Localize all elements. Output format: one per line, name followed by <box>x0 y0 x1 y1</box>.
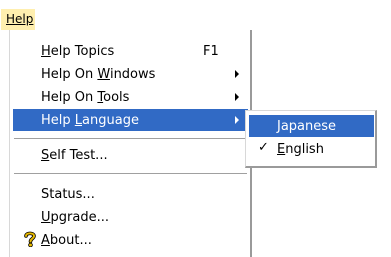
menu-item-label: Help Language <box>41 112 139 128</box>
language-submenu: Japanese ✓ English <box>245 110 377 168</box>
menu-item-label: About... <box>41 232 92 248</box>
menubar-help[interactable]: Help <box>1 9 35 30</box>
shortcut-label: F1 <box>203 43 219 59</box>
menu-item-about[interactable]: About... <box>13 229 248 251</box>
help-menu: Help Topics F1 Help On Windows Help On T… <box>9 30 252 257</box>
menu-item-help-topics[interactable]: Help Topics F1 <box>13 40 248 62</box>
menu-item-japanese[interactable]: Japanese <box>249 115 374 137</box>
submenu-arrow-icon <box>235 70 239 78</box>
check-icon: ✓ <box>258 140 269 155</box>
menu-item-help-on-windows[interactable]: Help On Windows <box>13 63 248 85</box>
menu-item-label: English <box>277 141 324 157</box>
menu-item-upgrade[interactable]: Upgrade... <box>13 206 248 228</box>
menu-item-label: Help On Windows <box>41 66 156 82</box>
menu-item-label: Japanese <box>277 118 337 134</box>
submenu-arrow-icon <box>235 116 239 124</box>
submenu-arrow-icon <box>235 93 239 101</box>
menu-item-label: Help On Tools <box>41 89 130 105</box>
menu-item-status[interactable]: Status... <box>13 183 248 205</box>
menu-separator <box>14 138 247 140</box>
menu-item-help-on-tools[interactable]: Help On Tools <box>13 86 248 108</box>
question-mark-icon <box>24 231 36 247</box>
menu-item-label: Self Test... <box>41 147 108 163</box>
menu-item-label: Status... <box>41 186 95 202</box>
menu-item-english[interactable]: ✓ English <box>249 138 374 160</box>
menu-item-self-test[interactable]: Self Test... <box>13 144 248 166</box>
menu-separator <box>14 173 247 175</box>
menu-item-label: Upgrade... <box>41 209 109 225</box>
menu-item-label: Help Topics <box>41 43 115 59</box>
menubar-help-label: Help <box>6 12 34 26</box>
menu-item-help-language[interactable]: Help Language <box>13 109 248 131</box>
